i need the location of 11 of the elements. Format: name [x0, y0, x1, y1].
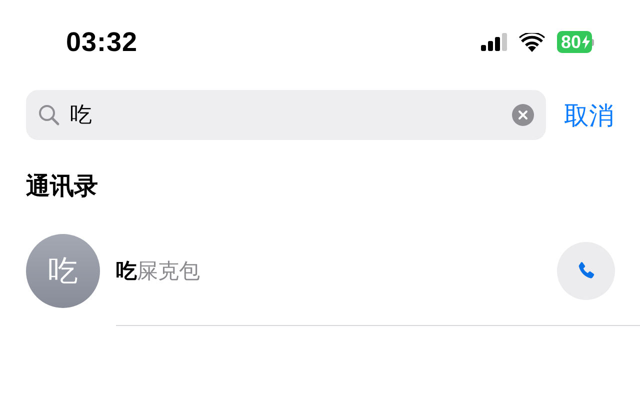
cancel-button[interactable]: 取消 — [564, 98, 614, 132]
status-time: 03:32 — [66, 26, 138, 58]
contact-name[interactable]: 吃屎克包 — [116, 256, 200, 284]
search-field[interactable]: 吃 — [26, 90, 546, 140]
wifi-icon — [518, 32, 545, 52]
search-icon — [38, 104, 60, 126]
battery-icon: 80 — [556, 31, 594, 53]
contact-avatar: 吃 — [26, 234, 100, 308]
clear-icon[interactable] — [512, 104, 534, 126]
signal-icon — [480, 33, 507, 51]
section-title: 通讯录 — [25, 171, 99, 202]
